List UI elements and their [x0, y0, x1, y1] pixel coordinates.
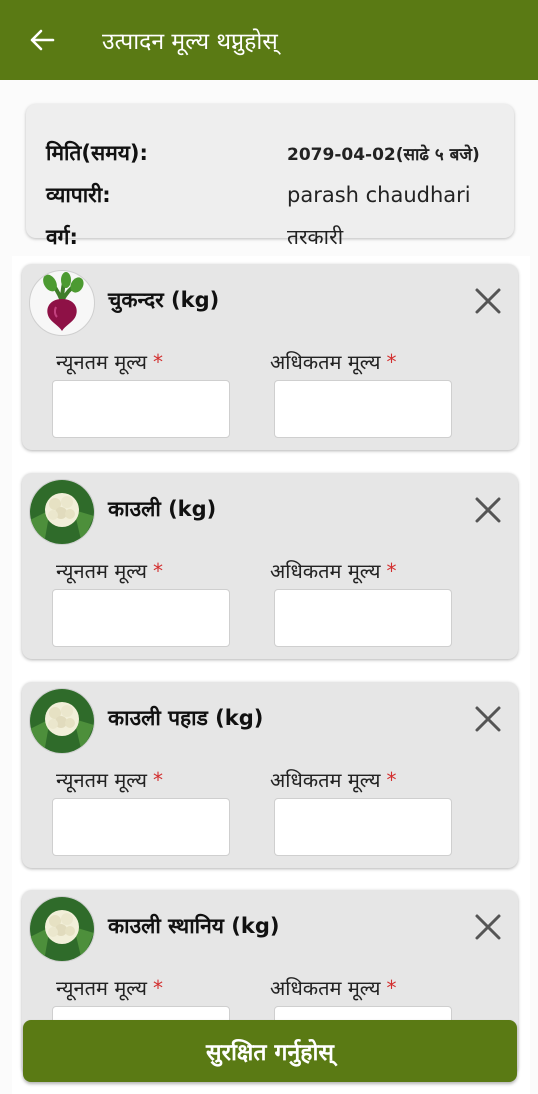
product-card: काउली (kg) न्यूनतम मूल्य * अधिकतम मूल्य *	[22, 473, 518, 659]
max-price-input[interactable]	[274, 798, 452, 856]
min-price-input[interactable]	[52, 589, 230, 647]
required-mark: *	[386, 976, 397, 1000]
product-list[interactable]: चुकन्दर (kg) न्यूनतम मूल्य * अधिकतम मूल्य…	[12, 256, 530, 1094]
date-row: मिति(समय): 2079-04-02(साढे ५ बजे)	[46, 138, 496, 168]
min-price-label: न्यूनतम मूल्य *	[56, 559, 164, 583]
date-label: मिति(समय):	[46, 141, 148, 165]
max-price-input[interactable]	[274, 380, 452, 438]
product-card: काउली पहाड (kg) न्यूनतम मूल्य * अधिकतम मू…	[22, 682, 518, 868]
category-row: वर्ग: तरकारी	[46, 222, 496, 252]
min-price-label: न्यूनतम मूल्य *	[56, 768, 164, 792]
required-mark: *	[386, 768, 397, 792]
close-icon[interactable]	[473, 704, 503, 734]
cauliflower-image	[29, 688, 95, 754]
date-value: 2079-04-02(साढे ५ बजे)	[287, 144, 480, 165]
max-price-label: अधिकतम मूल्य *	[270, 768, 397, 792]
cauliflower-image	[29, 479, 95, 545]
trader-label: व्यापारी:	[46, 183, 111, 207]
product-card: चुकन्दर (kg) न्यूनतम मूल्य * अधिकतम मूल्य…	[22, 264, 518, 450]
trader-value: parash chaudhari	[287, 183, 471, 207]
required-mark: *	[153, 559, 164, 583]
back-arrow-icon[interactable]	[22, 20, 62, 60]
category-label: वर्ग:	[46, 225, 78, 249]
cauliflower-image	[29, 896, 95, 962]
close-icon[interactable]	[473, 912, 503, 942]
required-mark: *	[153, 976, 164, 1000]
product-name: काउली स्थानिय (kg)	[108, 914, 280, 938]
max-price-input[interactable]	[274, 589, 452, 647]
required-mark: *	[153, 350, 164, 374]
trader-row: व्यापारी: parash chaudhari	[46, 180, 496, 210]
page-title: उत्पादन मूल्य थप्नुहोस्	[102, 29, 278, 55]
info-card: मिति(समय): 2079-04-02(साढे ५ बजे) व्यापा…	[26, 104, 514, 249]
required-mark: *	[386, 350, 397, 374]
min-price-input[interactable]	[52, 798, 230, 856]
close-icon[interactable]	[473, 286, 503, 316]
max-price-label: अधिकतम मूल्य *	[270, 976, 397, 1000]
required-mark: *	[153, 768, 164, 792]
category-value: तरकारी	[287, 225, 344, 249]
max-price-label: अधिकतम मूल्य *	[270, 559, 397, 583]
max-price-label: अधिकतम मूल्य *	[270, 350, 397, 374]
required-mark: *	[386, 559, 397, 583]
min-price-label: न्यूनतम मूल्य *	[56, 350, 164, 374]
product-name: काउली (kg)	[108, 497, 217, 521]
product-name: काउली पहाड (kg)	[108, 706, 264, 730]
close-icon[interactable]	[473, 495, 503, 525]
product-name: चुकन्दर (kg)	[108, 288, 220, 312]
beetroot-image	[29, 270, 95, 336]
save-button[interactable]: सुरक्षित गर्नुहोस्	[23, 1020, 517, 1082]
app-bar: उत्पादन मूल्य थप्नुहोस्	[0, 0, 538, 80]
min-price-input[interactable]	[52, 380, 230, 438]
content-area: मिति(समय): 2079-04-02(साढे ५ बजे) व्यापा…	[0, 80, 538, 1094]
min-price-label: न्यूनतम मूल्य *	[56, 976, 164, 1000]
